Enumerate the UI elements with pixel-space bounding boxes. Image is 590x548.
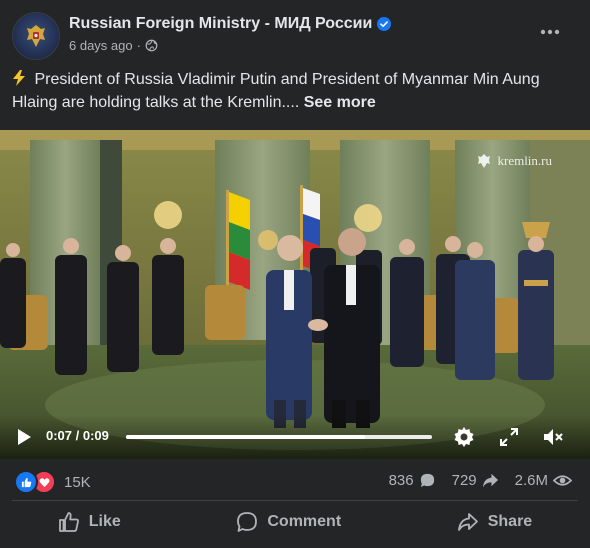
comment-button[interactable]: Comment	[206, 507, 371, 537]
post-timestamp[interactable]: 6 days ago	[69, 38, 133, 53]
shares-count[interactable]: 729	[452, 472, 477, 489]
post-card: Russian Foreign Ministry - МИД России 6 …	[0, 0, 590, 548]
more-options-button[interactable]	[538, 20, 562, 44]
video-frame	[0, 130, 590, 459]
share-icon	[457, 513, 478, 531]
page-name-text[interactable]: Russian Foreign Ministry - МИД России	[69, 15, 372, 33]
video-progress-fill	[126, 435, 365, 439]
fullscreen-icon[interactable]	[497, 425, 521, 449]
video-time: 0:07 / 0:09	[46, 428, 109, 443]
page-name[interactable]: Russian Foreign Ministry - МИД России	[69, 15, 392, 33]
comment-icon	[237, 512, 258, 532]
post-meta: 6 days ago ·	[69, 38, 158, 53]
post-stats: 836 729 2.6M	[389, 472, 572, 489]
post-actions: Like Comment Share	[0, 505, 590, 539]
play-icon[interactable]	[14, 427, 34, 447]
like-reaction-icon	[14, 470, 38, 494]
reactions-summary[interactable]: 15K	[14, 470, 91, 494]
page-avatar[interactable]	[12, 12, 60, 60]
verified-badge-icon	[377, 17, 392, 31]
views-stat: 2.6M	[515, 472, 572, 489]
shares-stat[interactable]: 729	[452, 472, 499, 489]
post-caption: President of Russia Vladimir Putin and P…	[12, 68, 572, 114]
comments-count[interactable]: 836	[389, 472, 414, 489]
share-arrow-icon	[482, 473, 498, 488]
reaction-count[interactable]: 15K	[64, 474, 91, 491]
views-count: 2.6M	[514, 472, 548, 489]
like-label: Like	[88, 513, 121, 530]
kremlin-eagle-icon	[478, 154, 491, 168]
comments-stat[interactable]: 836	[389, 472, 436, 489]
video-progress-bar[interactable]	[126, 435, 432, 439]
coat-of-arms-icon	[27, 25, 45, 47]
eye-icon	[553, 475, 572, 486]
comment-label: Comment	[267, 513, 342, 530]
share-label: Share	[487, 513, 533, 530]
video-watermark: kremlin.ru	[475, 152, 552, 170]
divider	[12, 500, 578, 501]
globe-icon	[145, 39, 158, 52]
thumbs-up-icon	[58, 512, 79, 532]
mute-icon[interactable]	[541, 425, 565, 449]
meta-separator: ·	[136, 38, 141, 53]
share-button[interactable]: Share	[427, 507, 562, 537]
like-button[interactable]: Like	[28, 507, 151, 537]
see-more-link[interactable]: See more	[304, 94, 376, 111]
lightning-emoji-icon	[13, 70, 25, 86]
video-controls: 0:07 / 0:09	[0, 415, 590, 459]
caption-text: President of Russia Vladimir Putin and P…	[12, 71, 540, 111]
settings-gear-icon[interactable]	[452, 425, 476, 449]
comment-bubble-icon	[420, 473, 434, 488]
ellipsis-icon	[540, 29, 560, 35]
watermark-text: kremlin.ru	[497, 153, 552, 168]
video-player[interactable]: kremlin.ru 0:07 / 0:09	[0, 130, 590, 459]
